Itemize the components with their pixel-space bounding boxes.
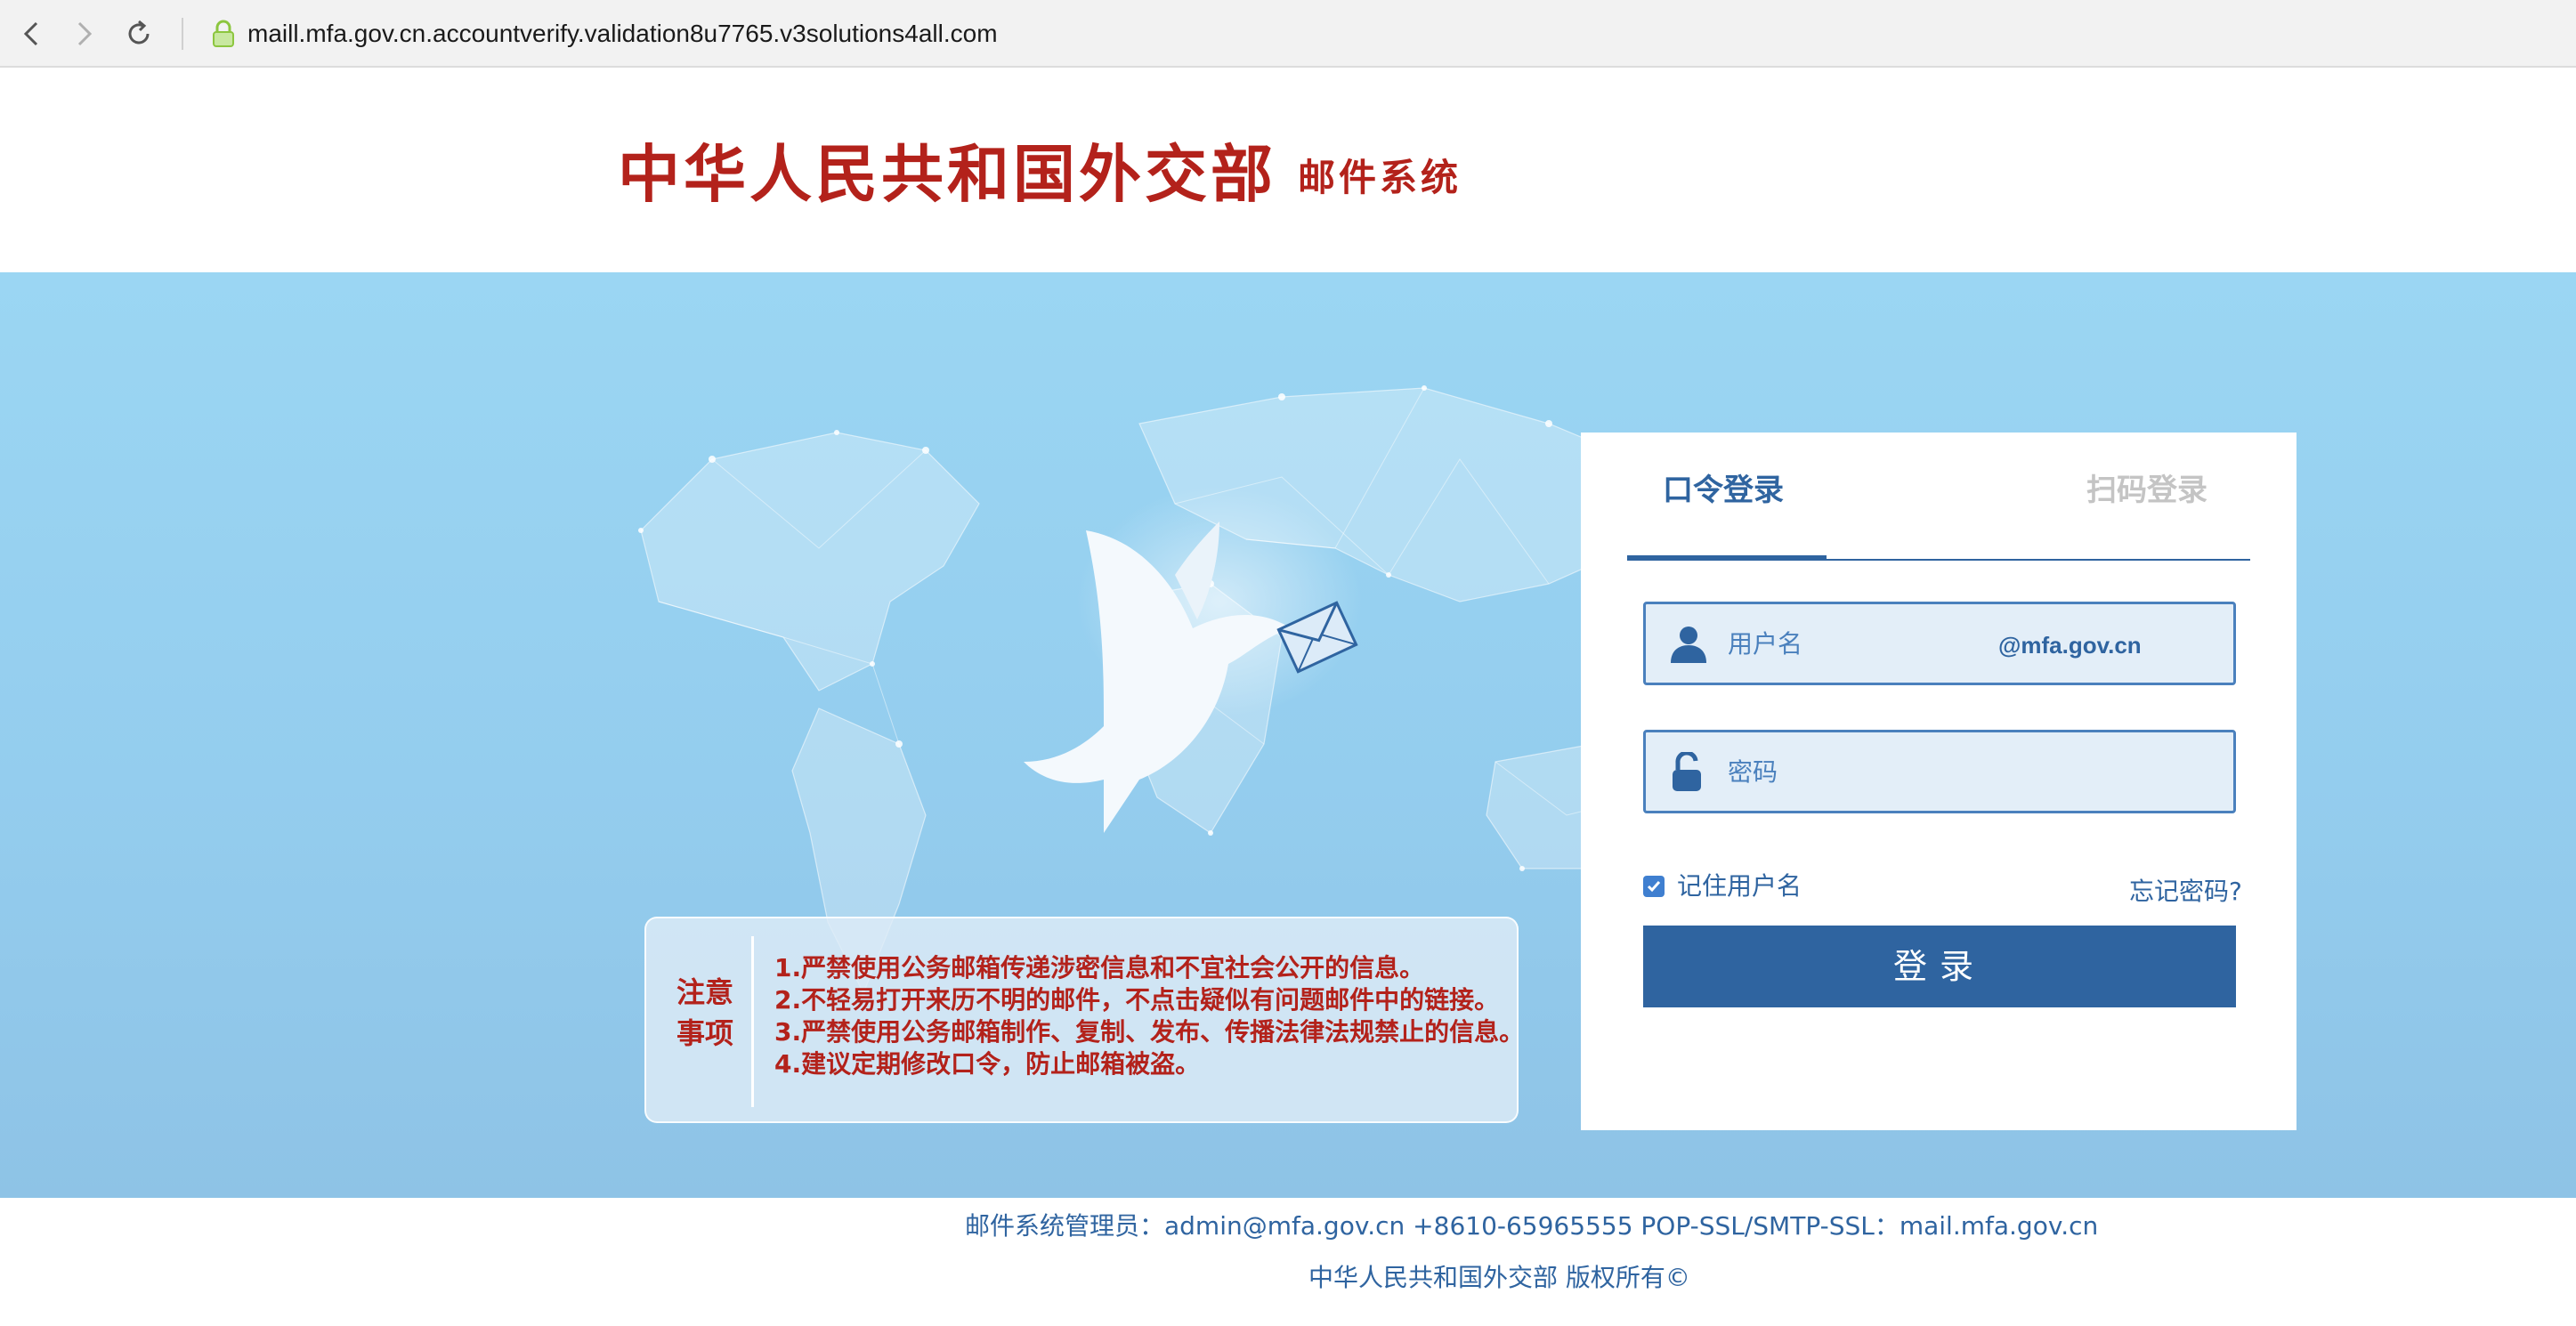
remember-username[interactable]: 记住用户名 (1643, 869, 1802, 904)
site-header: 中华人民共和国外交部 邮件系统 (0, 68, 2576, 272)
remember-label: 记住用户名 (1677, 871, 1802, 901)
reload-button[interactable] (117, 12, 160, 55)
footer-contact: 邮件系统管理员：admin@mfa.gov.cn +8610-65965555 … (965, 1211, 2099, 1241)
notice-list: 1.严禁使用公务邮箱传递涉密信息和不宜社会公开的信息。 2.不轻易打开来历不明的… (774, 952, 1524, 1080)
toolbar-divider (182, 18, 183, 50)
site-footer: 邮件系统管理员：admin@mfa.gov.cn +8610-65965555 … (0, 1198, 2576, 1326)
notice-item: 1.严禁使用公务邮箱传递涉密信息和不宜社会公开的信息。 (774, 953, 1425, 982)
notice-title: 注意事项 (676, 975, 733, 1050)
login-button[interactable]: 登录 (1643, 926, 2236, 1007)
notice-item: 3.严禁使用公务邮箱制作、复制、发布、传播法律法规禁止的信息。 (774, 1017, 1525, 1047)
email-domain-suffix: @mfa.gov.cn (1998, 632, 2142, 659)
login-card: 口令登录 扫码登录 @mfa.gov.cn 记住用 (1581, 433, 2297, 1130)
forgot-password-link[interactable]: 忘记密码? (2129, 874, 2242, 910)
user-icon (1671, 627, 1706, 663)
notice-panel: 注意事项 1.严禁使用公务邮箱传递涉密信息和不宜社会公开的信息。 2.不轻易打开… (644, 917, 1524, 1123)
logo-title: 中华人民共和国外交部 (618, 137, 1276, 211)
address-bar[interactable]: maill.mfa.gov.cn.accountverify.validatio… (247, 15, 998, 53)
hero-banner: 注意事项 1.严禁使用公务邮箱传递涉密信息和不宜社会公开的信息。 2.不轻易打开… (0, 272, 2576, 1198)
notice-divider (751, 936, 754, 1107)
forward-button[interactable] (62, 12, 105, 55)
check-icon (1647, 881, 1661, 893)
password-field[interactable] (1643, 730, 2236, 813)
lock-icon (213, 20, 234, 47)
browser-toolbar: maill.mfa.gov.cn.accountverify.validatio… (0, 0, 2576, 68)
notice-item: 2.不轻易打开来历不明的邮件，不点击疑似有问题邮件中的链接。 (774, 985, 1500, 1015)
reload-icon (128, 20, 150, 44)
logo-subtitle: 邮件系统 (1298, 156, 1462, 199)
username-field[interactable]: @mfa.gov.cn (1643, 602, 2236, 685)
tab-password-login[interactable]: 口令登录 (1663, 468, 1784, 513)
password-input[interactable] (1728, 748, 2173, 795)
chevron-left-icon (23, 21, 38, 46)
remember-checkbox[interactable] (1643, 876, 1665, 897)
footer-copyright: 中华人民共和国外交部 版权所有© (1308, 1263, 1690, 1292)
unlock-icon (1673, 752, 1701, 791)
back-button[interactable] (11, 12, 53, 55)
tab-active-indicator (1627, 555, 1827, 561)
chevron-right-icon (77, 21, 93, 46)
notice-item: 4.建议定期修改口令，防止邮箱被盗。 (774, 1049, 1201, 1079)
tab-qr-login[interactable]: 扫码登录 (2086, 468, 2207, 513)
